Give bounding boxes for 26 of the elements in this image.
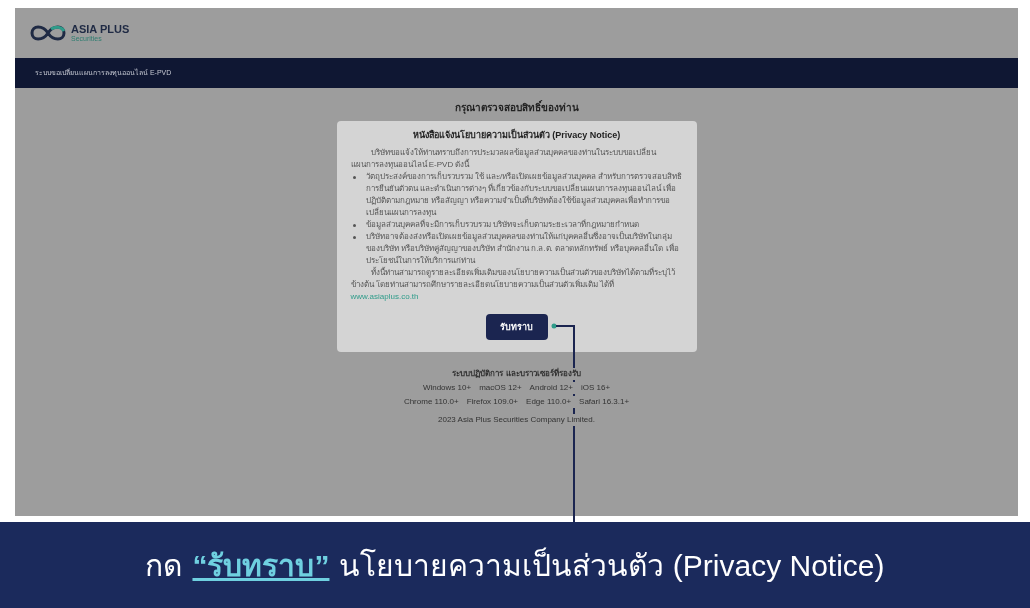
modal-title: หนังสือแจ้งนโยบายความเป็นส่วนตัว (Privacy Notice) [412, 129, 621, 142]
infinity-logo-icon [29, 24, 67, 42]
copyright-text: 2023 Asia Plus Securities Company Limited. [438, 414, 595, 427]
os-requirement: macOS 12+ [479, 382, 522, 395]
policy-paragraph: บริษัทอาจต้องส่งหรือเปิดเผยข้อมูลส่วนบุคคลของท่านให้แก่บุคคลอื่นซึ่งอาจเป็นบริษัทในกลุ่มของบริษัท หรือบริษัทคู่สัญญาของบริษัท สำนักงาน ก.ล.ต. ตลาดหลักทรัพย์ หรือบุคคลอื่นใด เพื่อประโยชน์ในการให้บริการแก่ท่าน [365, 230, 680, 267]
bullet-icon [352, 235, 356, 239]
acknowledge-button[interactable]: รับทราบ [485, 314, 548, 341]
browser-requirement: Chrome 110.0+ [403, 396, 459, 409]
browser-requirement: Safari 16.3.1+ [579, 396, 630, 409]
caption-text: นโยบายความเป็นส่วนตัว (Privacy Notice) [339, 546, 885, 584]
os-requirement: Android 12+ [529, 382, 573, 395]
policy-paragraph: ทั้งนี้ท่านสามารถดูรายละเอียดเพิ่มเติมของนโยบายความเป็นส่วนตัวของบริษัทได้ตามที่ระบุไว้ข้างต้น โดยท่านสามารถศึกษารายละเอียดนโยบายความเป็นส่วนตัวเพิ่มเติม ได้ที่ www.asiaplus.co.th [350, 266, 676, 303]
bullet-icon [352, 175, 356, 179]
browser-requirement: Edge 110.0+ [526, 396, 572, 409]
caption-text: กด [145, 547, 183, 584]
page-title: กรุณาตรวจสอบสิทธิ์ของท่าน [454, 100, 579, 115]
os-requirement: Windows 10+ [422, 382, 472, 395]
policy-paragraph: วัตถุประสงค์ของการเก็บรวบรวม ใช้ และ/หรือเปิดเผยข้อมูลส่วนบุคคล สำหรับการตรวจสอบสิทธิ การยืนยันตัวตน และดำเนินการต่างๆ ที่เกี่ยวข้องกับระบบขอเปลี่ยนแผนการลงทุนออนไลน์ เพื่อปฏิบัติตามกฎหมาย หรือสัญญา หรือความจำเป็นที่บริษัทต้องใช้ข้อมูลส่วนบุคคลเพื่อทำการขอเปลี่ยนแผนการลงทุน [365, 170, 683, 219]
logo-text: ASIA PLUS [71, 24, 130, 35]
caption-highlight: “รับทราบ” [192, 547, 330, 584]
os-requirement: iOS 16+ [580, 382, 611, 395]
policy-paragraph: ข้อมูลส่วนบุคคลที่จะมีการเก็บรวบรวม บริษัทจะเก็บตามระยะเวลาที่กฎหมายกำหนด [365, 218, 639, 230]
bullet-icon [352, 223, 356, 227]
browser-requirement: Firefox 109.0+ [466, 396, 519, 409]
policy-paragraph: บริษัทขอแจ้งให้ท่านทราบถึงการประมวลผลข้อมูลส่วนบุคคลของท่านในระบบขอเปลี่ยนแผนการลงทุนออนไลน์ E-PVD ดังนี้ [350, 146, 657, 171]
footer-heading: ระบบปฏิบัติการ และบราวเซอร์ที่รองรับ [452, 368, 581, 381]
